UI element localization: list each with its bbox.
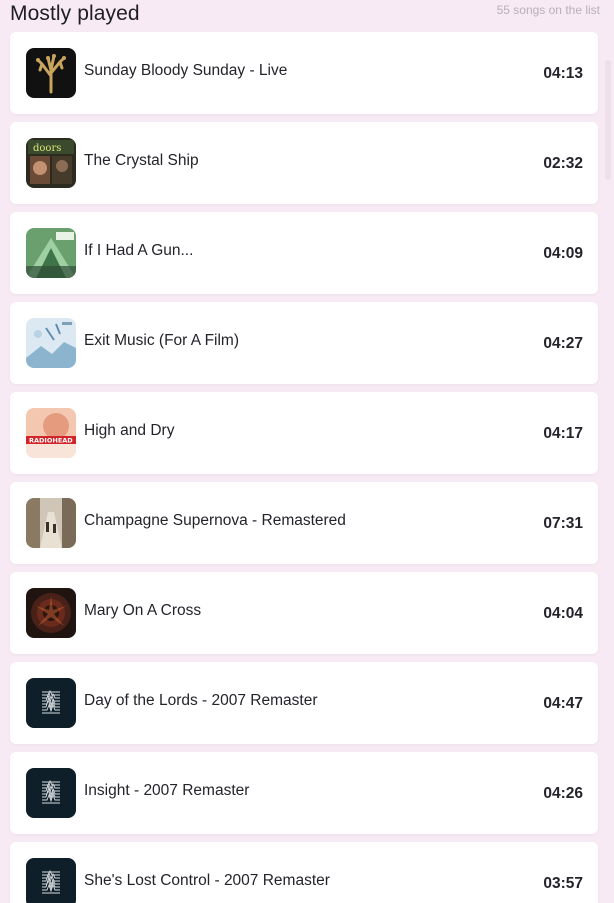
song-row[interactable]: Champagne Supernova - Remastered 07:31 <box>10 482 598 564</box>
song-duration: 04:26 <box>543 785 583 802</box>
song-title: Exit Music (For A Film) <box>84 332 240 349</box>
the-bends-cover: RADIOHEAD <box>26 408 76 458</box>
ok-computer-cover <box>26 318 76 368</box>
song-title: Mary On A Cross <box>84 602 202 619</box>
song-duration: 04:04 <box>543 605 583 622</box>
song-list: Sunday Bloody Sunday - Live 04:13 doors … <box>10 32 598 903</box>
unknown-pleasures-cover <box>26 858 76 903</box>
the-doors-cover: doors <box>26 138 76 188</box>
song-row[interactable]: If I Had A Gun... 04:09 <box>10 212 598 294</box>
song-title: The Crystal Ship <box>84 152 199 169</box>
svg-text:doors: doors <box>33 143 61 154</box>
song-row[interactable]: Day of the Lords - 2007 Remaster 04:47 <box>10 662 598 744</box>
song-duration: 03:57 <box>543 875 583 892</box>
joshua-tree-cover <box>26 48 76 98</box>
song-duration: 04:09 <box>543 245 583 262</box>
song-title: High and Dry <box>84 422 175 439</box>
song-duration: 04:17 <box>543 425 583 442</box>
high-flying-birds-cover <box>26 228 76 278</box>
scrollbar[interactable] <box>602 0 614 903</box>
song-row[interactable]: RADIOHEAD High and Dry 04:17 <box>10 392 598 474</box>
song-title: Champagne Supernova - Remastered <box>84 512 346 529</box>
song-row[interactable]: Insight - 2007 Remaster 04:26 <box>10 752 598 834</box>
song-title: Day of the Lords - 2007 Remaster <box>84 692 318 709</box>
morning-glory-cover <box>26 498 76 548</box>
song-title: If I Had A Gun... <box>84 242 194 259</box>
unknown-pleasures-cover <box>26 768 76 818</box>
song-title: Insight - 2007 Remaster <box>84 782 250 799</box>
song-row[interactable]: She's Lost Control - 2007 Remaster 03:57 <box>10 842 598 903</box>
song-count-label: 55 songs on the list <box>496 3 600 17</box>
song-duration: 04:13 <box>543 65 583 82</box>
song-row[interactable]: Sunday Bloody Sunday - Live 04:13 <box>10 32 598 114</box>
header: Mostly played 55 songs on the list <box>10 0 600 28</box>
song-duration: 07:31 <box>543 515 583 532</box>
scroll-thumb[interactable] <box>605 60 611 180</box>
svg-text:RADIOHEAD: RADIOHEAD <box>29 437 73 445</box>
seven-inches-of-satanic-panic-cover <box>26 588 76 638</box>
song-duration: 02:32 <box>543 155 583 172</box>
song-row[interactable]: doors The Crystal Ship 02:32 <box>10 122 598 204</box>
mostly-played-page: Mostly played 55 songs on the list Sunda… <box>0 0 614 903</box>
song-duration: 04:27 <box>543 335 583 352</box>
section-title: Mostly played <box>10 2 140 25</box>
song-title: She's Lost Control - 2007 Remaster <box>84 872 330 889</box>
unknown-pleasures-cover <box>26 678 76 728</box>
song-row[interactable]: Mary On A Cross 04:04 <box>10 572 598 654</box>
song-row[interactable]: Exit Music (For A Film) 04:27 <box>10 302 598 384</box>
song-title: Sunday Bloody Sunday - Live <box>84 62 288 79</box>
song-duration: 04:47 <box>543 695 583 712</box>
